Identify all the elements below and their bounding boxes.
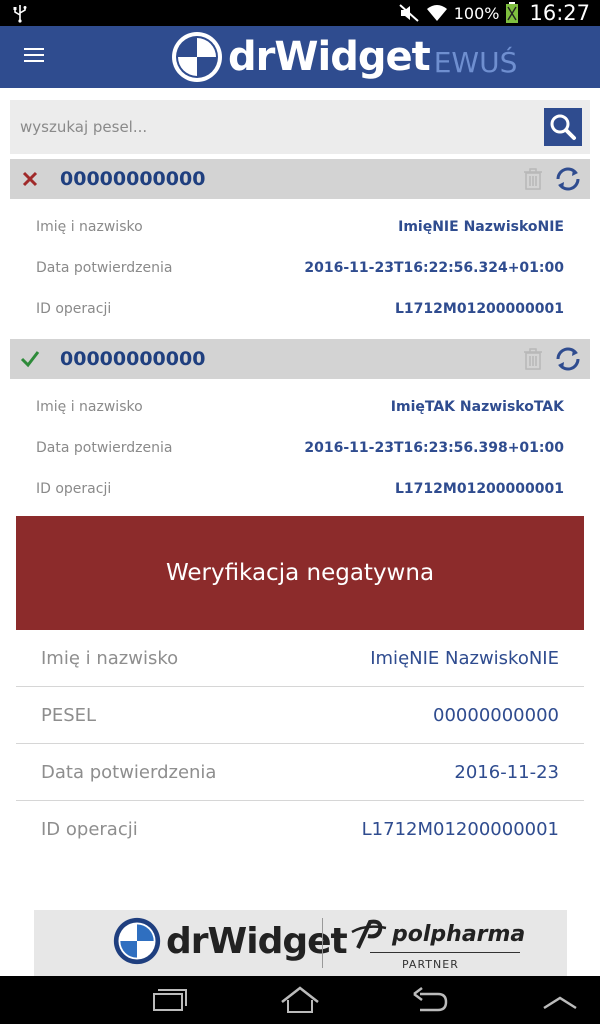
row-label: Imię i nazwisko <box>36 399 143 415</box>
battery-percentage: 100% <box>453 3 500 23</box>
detail-row: Imię i nazwisko ImięNIE NazwiskoNIE <box>16 630 584 687</box>
partner-banner: drWidget polpharma PARTNER <box>34 910 567 976</box>
trash-icon[interactable] <box>522 347 544 371</box>
record-row: ID operacji L1712M01200000001 <box>10 469 590 510</box>
row-label: Data potwierdzenia <box>36 260 173 276</box>
drwidget-logo-icon <box>172 32 222 82</box>
record-row: Data potwierdzenia 2016-11-23T16:23:56.3… <box>10 428 590 469</box>
row-value: ImięNIE NazwiskoNIE <box>398 219 564 235</box>
detail-label: Imię i nazwisko <box>41 648 179 669</box>
detail-row: Data potwierdzenia 2016-11-23 <box>16 744 584 801</box>
detail-value: ImięNIE NazwiskoNIE <box>370 648 559 669</box>
chevron-up-icon[interactable] <box>540 986 580 1014</box>
app-logo: drWidget EWUŚ <box>170 28 517 86</box>
detail-value: 00000000000 <box>433 705 559 726</box>
clock: 16:27 <box>529 1 590 25</box>
hamburger-icon <box>24 48 44 50</box>
footer-drwidget-logo: drWidget <box>112 916 348 966</box>
back-icon[interactable] <box>410 986 450 1014</box>
record-header[interactable]: 00000000000 <box>10 159 590 199</box>
detail-label: PESEL <box>41 705 97 726</box>
record-row: ID operacji L1712M01200000001 <box>10 289 590 330</box>
row-value: 2016-11-23T16:22:56.324+01:00 <box>304 260 564 276</box>
partner-underline <box>370 952 520 953</box>
record-row: Imię i nazwisko ImięNIE NazwiskoNIE <box>10 207 590 248</box>
app-bar: drWidget EWUŚ <box>0 26 600 88</box>
recent-apps-icon[interactable] <box>150 986 190 1014</box>
row-value: L1712M01200000001 <box>395 481 564 497</box>
row-label: Imię i nazwisko <box>36 219 143 235</box>
search-button[interactable] <box>544 108 582 146</box>
record-pesel: 00000000000 <box>60 348 206 370</box>
detail-row: PESEL 00000000000 <box>16 687 584 744</box>
row-value: ImięTAK NazwiskoTAK <box>390 399 564 415</box>
detail-label: ID operacji <box>41 819 138 840</box>
record-row: Imię i nazwisko ImięTAK NazwiskoTAK <box>10 387 590 428</box>
status-bar: 100% 16:27 <box>0 0 600 26</box>
partner-brand-name: polpharma <box>392 922 526 947</box>
partner-label: PARTNER <box>402 958 459 971</box>
search-icon <box>550 114 576 140</box>
usb-icon <box>13 5 27 23</box>
wifi-icon <box>426 5 447 21</box>
check-icon <box>20 351 40 368</box>
detail-label: Data potwierdzenia <box>41 762 217 783</box>
row-label: ID operacji <box>36 301 112 317</box>
row-label: ID operacji <box>36 481 112 497</box>
verdict-text: Weryfikacja negatywna <box>165 560 435 586</box>
footer-brand-name: drWidget <box>166 920 348 962</box>
mute-icon <box>399 4 419 22</box>
battery-icon <box>506 2 519 23</box>
divider <box>322 918 323 968</box>
negative-x-icon <box>22 171 38 187</box>
system-nav-bar <box>0 976 600 1024</box>
detail-row: ID operacji L1712M01200000001 <box>16 801 584 858</box>
row-value: 2016-11-23T16:23:56.398+01:00 <box>304 440 564 456</box>
home-icon[interactable] <box>280 986 320 1014</box>
refresh-icon[interactable] <box>554 165 582 193</box>
search-bar <box>10 100 590 154</box>
polpharma-logo: polpharma PARTNER <box>350 916 525 972</box>
brand-name: drWidget <box>228 34 431 80</box>
row-value: L1712M01200000001 <box>395 301 564 317</box>
row-label: Data potwierdzenia <box>36 440 173 456</box>
record-header[interactable]: 00000000000 <box>10 339 590 379</box>
trash-icon[interactable] <box>522 167 544 191</box>
detail-value: 2016-11-23 <box>454 762 559 783</box>
verdict-banner: Weryfikacja negatywna <box>16 516 584 630</box>
record-pesel: 00000000000 <box>60 168 206 190</box>
detail-value: L1712M01200000001 <box>361 819 559 840</box>
search-input[interactable] <box>10 100 540 154</box>
drwidget-logo-icon <box>113 917 161 965</box>
refresh-icon[interactable] <box>554 345 582 373</box>
brand-sub: EWUŚ <box>433 45 518 79</box>
polpharma-logo-icon <box>351 919 387 949</box>
menu-button[interactable] <box>22 44 50 72</box>
record-row: Data potwierdzenia 2016-11-23T16:22:56.3… <box>10 248 590 289</box>
